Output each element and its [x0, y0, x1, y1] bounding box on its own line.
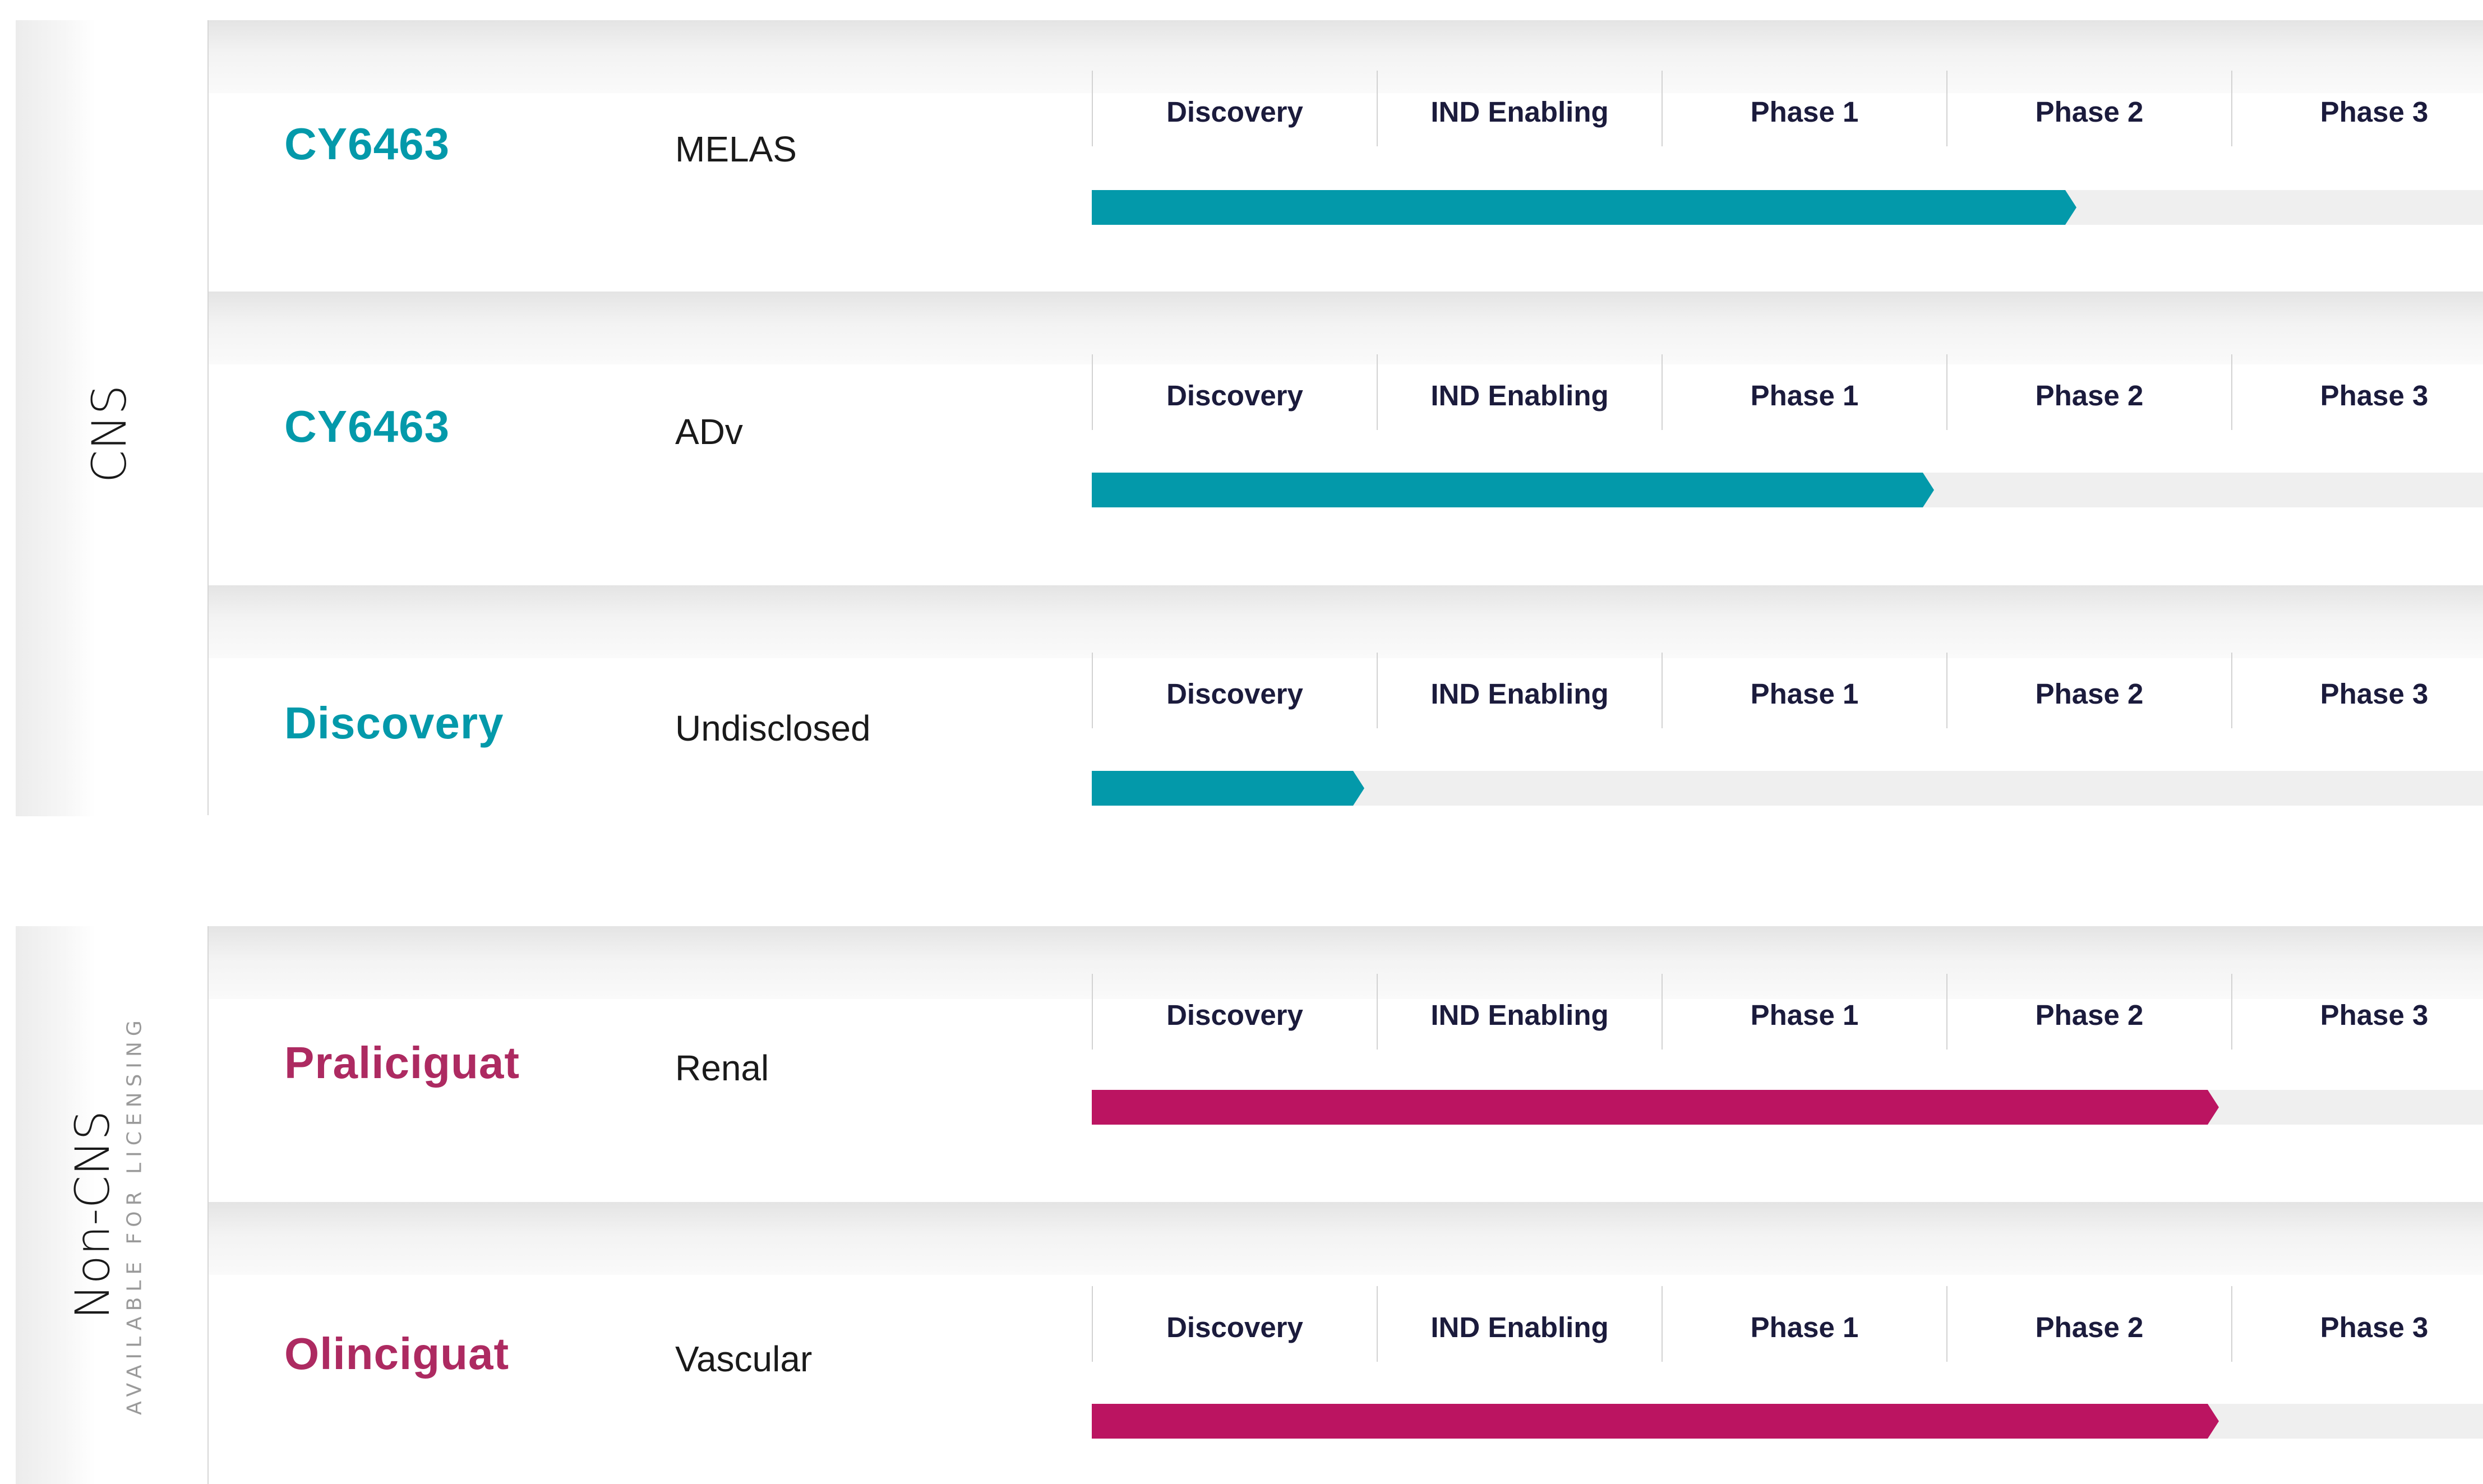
pipeline-row: Praliciguat Renal Discovery IND Enabling…	[209, 926, 2483, 1202]
stage-ind-enabling: IND Enabling	[1377, 974, 1662, 1050]
progress-bar	[1092, 771, 1364, 806]
progress-bar	[1092, 190, 2076, 225]
drug-name: CY6463	[284, 119, 450, 169]
stage-discovery: Discovery	[1092, 354, 1377, 430]
stage-discovery: Discovery	[1092, 71, 1377, 146]
stage-phase-1: Phase 1	[1662, 71, 1946, 146]
stage-ind-enabling: IND Enabling	[1377, 354, 1662, 430]
stage-phase-3: Phase 3	[2231, 974, 2483, 1050]
drug-name: Discovery	[284, 698, 504, 748]
drug-indication: Vascular	[675, 1339, 813, 1379]
drug-indication: ADv	[675, 412, 743, 452]
stage-phase-2: Phase 2	[1946, 354, 2231, 430]
stage-phase-1: Phase 1	[1662, 974, 1946, 1050]
progress-track	[1092, 1404, 2483, 1439]
stage-phase-2: Phase 2	[1946, 71, 2231, 146]
pipeline-row: CY6463 MELAS Discovery IND Enabling Phas…	[209, 20, 2483, 292]
stage-phase-3: Phase 3	[2231, 653, 2483, 728]
stage-discovery: Discovery	[1092, 1286, 1377, 1362]
progress-bar	[1092, 473, 1934, 507]
stage-phase-1: Phase 1	[1662, 1286, 1946, 1362]
stage-headers: Discovery IND Enabling Phase 1 Phase 2 P…	[1092, 653, 2483, 728]
progress-track	[1092, 190, 2483, 225]
stage-ind-enabling: IND Enabling	[1377, 653, 1662, 728]
stage-phase-3: Phase 3	[2231, 354, 2483, 430]
pipeline-row: Olinciguat Vascular Discovery IND Enabli…	[209, 1202, 2483, 1484]
stage-phase-2: Phase 2	[1946, 1286, 2231, 1362]
stage-headers: Discovery IND Enabling Phase 1 Phase 2 P…	[1092, 354, 2483, 430]
drug-name: Olinciguat	[284, 1329, 510, 1379]
progress-track	[1092, 771, 2483, 806]
cns-section-label: CNS	[82, 385, 137, 483]
stage-phase-1: Phase 1	[1662, 653, 1946, 728]
stage-discovery: Discovery	[1092, 653, 1377, 728]
stage-phase-3: Phase 3	[2231, 1286, 2483, 1362]
stage-ind-enabling: IND Enabling	[1377, 1286, 1662, 1362]
stage-headers: Discovery IND Enabling Phase 1 Phase 2 P…	[1092, 974, 2483, 1050]
drug-indication: MELAS	[675, 129, 797, 169]
stage-discovery: Discovery	[1092, 974, 1377, 1050]
stage-headers: Discovery IND Enabling Phase 1 Phase 2 P…	[1092, 1286, 2483, 1362]
drug-name: CY6463	[284, 401, 450, 451]
pipeline-row: CY6463 ADv Discovery IND Enabling Phase …	[209, 292, 2483, 585]
stage-phase-2: Phase 2	[1946, 653, 2231, 728]
stage-phase-1: Phase 1	[1662, 354, 1946, 430]
pipeline-row: Discovery Undisclosed Discovery IND Enab…	[209, 585, 2483, 815]
progress-track	[1092, 473, 2483, 507]
stage-ind-enabling: IND Enabling	[1377, 71, 1662, 146]
noncns-section-label: Non-CNS	[65, 1110, 120, 1320]
drug-name: Praliciguat	[284, 1038, 520, 1088]
stage-phase-3: Phase 3	[2231, 71, 2483, 146]
progress-track	[1092, 1090, 2483, 1125]
noncns-licensing-note: AVAILABLE FOR LICENSING	[123, 1015, 146, 1415]
progress-bar	[1092, 1404, 2219, 1439]
progress-bar	[1092, 1090, 2219, 1125]
stage-phase-2: Phase 2	[1946, 974, 2231, 1050]
stage-headers: Discovery IND Enabling Phase 1 Phase 2 P…	[1092, 71, 2483, 146]
drug-indication: Renal	[675, 1048, 769, 1088]
drug-indication: Undisclosed	[675, 708, 871, 748]
